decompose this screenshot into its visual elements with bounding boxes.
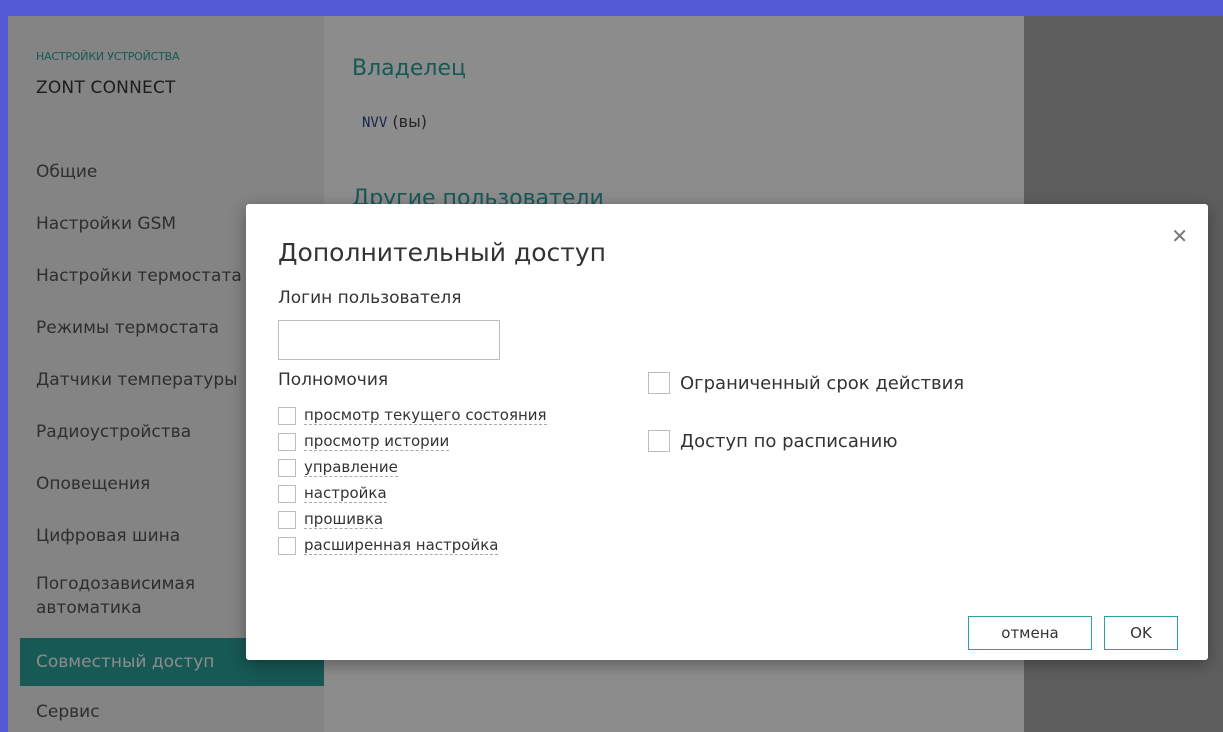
checkbox[interactable] — [278, 458, 296, 477]
checkbox[interactable] — [278, 510, 296, 529]
permission-label: просмотр текущего состояния — [304, 406, 547, 425]
permission-control[interactable]: управление — [278, 458, 398, 477]
permission-view-state[interactable]: просмотр текущего состояния — [278, 406, 547, 425]
additional-access-dialog: Дополнительный доступ ✕ Логин пользовате… — [246, 204, 1208, 660]
permission-label: просмотр истории — [304, 432, 450, 451]
permission-label: прошивка — [304, 510, 384, 529]
app-frame: НАСТРОЙКИ УСТРОЙСТВА ZONT CONNECT Общие … — [8, 16, 1223, 732]
limited-term-label: Ограниченный срок действия — [680, 372, 965, 394]
close-icon[interactable]: ✕ — [1171, 226, 1188, 246]
checkbox[interactable] — [278, 406, 296, 425]
cancel-button[interactable]: отмена — [968, 616, 1092, 650]
permission-view-history[interactable]: просмотр истории — [278, 432, 450, 451]
permissions-label: Полномочия — [278, 370, 389, 390]
limited-term-checkbox[interactable] — [648, 372, 670, 394]
dialog-title: Дополнительный доступ — [278, 238, 607, 267]
schedule-access-label: Доступ по расписанию — [680, 430, 898, 452]
permission-label: управление — [304, 458, 398, 477]
permission-firmware[interactable]: прошивка — [278, 510, 384, 529]
permission-label: расширенная настройка — [304, 536, 499, 555]
ok-button[interactable]: OK — [1104, 616, 1178, 650]
checkbox[interactable] — [278, 432, 296, 451]
checkbox[interactable] — [278, 536, 296, 555]
schedule-access-checkbox[interactable] — [648, 430, 670, 452]
login-label: Логин пользователя — [278, 288, 462, 308]
checkbox[interactable] — [278, 484, 296, 503]
permission-label: настройка — [304, 484, 387, 503]
login-input[interactable] — [278, 320, 500, 360]
permission-settings[interactable]: настройка — [278, 484, 387, 503]
permission-advanced-settings[interactable]: расширенная настройка — [278, 536, 499, 555]
limited-term-option[interactable]: Ограниченный срок действия — [648, 372, 964, 394]
schedule-access-option[interactable]: Доступ по расписанию — [648, 430, 897, 452]
